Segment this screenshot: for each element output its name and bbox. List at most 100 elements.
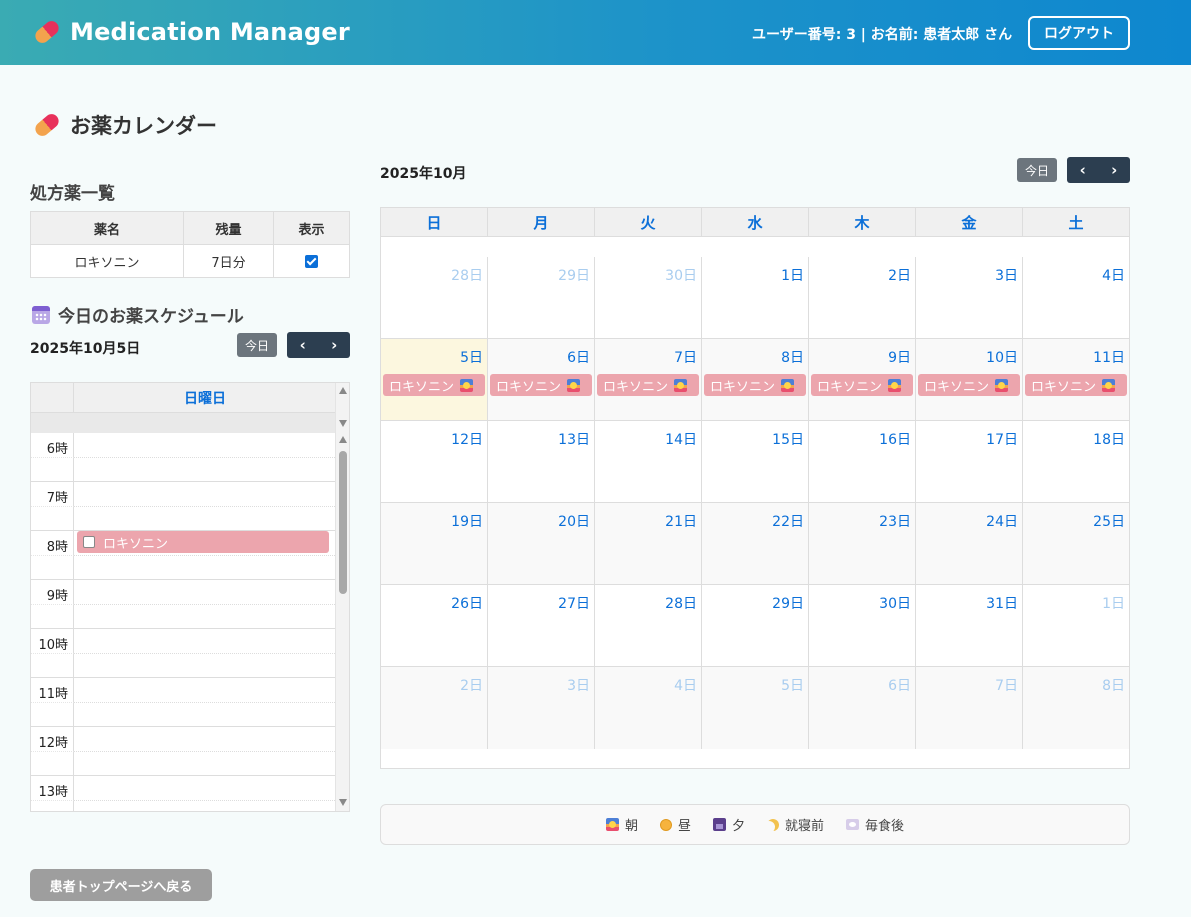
day-number[interactable]: 8日 [1102, 675, 1125, 695]
day-number[interactable]: 12日 [451, 429, 483, 449]
show-checkbox[interactable] [305, 254, 318, 268]
day-cell[interactable]: 1日 [702, 257, 809, 338]
chevron-left-icon[interactable]: ‹ [287, 332, 319, 358]
day-number[interactable]: 27日 [558, 593, 590, 613]
day-cell[interactable]: 9日ロキソニン [809, 339, 916, 420]
day-number[interactable]: 28日 [451, 265, 483, 285]
calendar-event[interactable]: ロキソニン [490, 374, 592, 396]
day-cell[interactable]: 15日 [702, 421, 809, 502]
day-number[interactable]: 20日 [558, 511, 590, 531]
logout-button[interactable]: ログアウト [1028, 16, 1130, 50]
chevron-left-icon[interactable]: ‹ [1067, 157, 1099, 183]
day-cell[interactable]: 25日 [1023, 503, 1129, 584]
calendar-event[interactable]: ロキソニン [811, 374, 913, 396]
day-event-loxonin[interactable]: ロキソニン [77, 531, 329, 553]
day-number[interactable]: 4日 [1102, 265, 1125, 285]
back-to-top-button[interactable]: 患者トップページへ戻る [30, 869, 212, 901]
day-cell[interactable]: 2日 [381, 667, 488, 749]
calendar-event[interactable]: ロキソニン [1025, 374, 1127, 396]
time-slot[interactable]: 6時 [31, 433, 335, 482]
day-number[interactable]: 4日 [674, 675, 697, 695]
day-cell[interactable]: 4日 [595, 667, 702, 749]
time-slot[interactable]: 7時 [31, 482, 335, 531]
day-cell[interactable]: 28日 [595, 585, 702, 666]
scroll-down-icon[interactable] [339, 420, 347, 427]
time-slot[interactable]: 10時 [31, 629, 335, 678]
day-cell[interactable]: 5日ロキソニン [381, 339, 488, 420]
day-cell[interactable]: 26日 [381, 585, 488, 666]
day-cell[interactable]: 24日 [916, 503, 1023, 584]
day-number[interactable]: 29日 [558, 265, 590, 285]
day-number[interactable]: 22日 [772, 511, 804, 531]
day-number[interactable]: 23日 [879, 511, 911, 531]
day-number[interactable]: 31日 [986, 593, 1018, 613]
day-number[interactable]: 2日 [888, 265, 911, 285]
time-slot[interactable]: 9時 [31, 580, 335, 629]
month-today-button[interactable]: 今日 [1017, 158, 1058, 182]
calendar-event[interactable]: ロキソニン [383, 374, 485, 396]
day-cell[interactable]: 10日ロキソニン [916, 339, 1023, 420]
scroll-down-icon[interactable] [339, 799, 347, 806]
day-cell[interactable]: 8日 [1023, 667, 1129, 749]
scroll-thumb[interactable] [339, 451, 347, 594]
day-number[interactable]: 30日 [879, 593, 911, 613]
day-number[interactable]: 9日 [888, 347, 911, 367]
day-number[interactable]: 5日 [460, 347, 483, 367]
day-cell[interactable]: 28日 [381, 257, 488, 338]
day-cell[interactable]: 3日 [488, 667, 595, 749]
calendar-event[interactable]: ロキソニン [597, 374, 699, 396]
day-number[interactable]: 1日 [1102, 593, 1125, 613]
day-today-button[interactable]: 今日 [237, 333, 278, 357]
day-number[interactable]: 30日 [665, 265, 697, 285]
day-number[interactable]: 7日 [995, 675, 1018, 695]
day-number[interactable]: 8日 [781, 347, 804, 367]
day-cell[interactable]: 8日ロキソニン [702, 339, 809, 420]
day-number[interactable]: 10日 [986, 347, 1018, 367]
day-cell[interactable]: 29日 [702, 585, 809, 666]
scroll-up-icon[interactable] [339, 387, 347, 394]
day-number[interactable]: 24日 [986, 511, 1018, 531]
day-cell[interactable]: 11日ロキソニン [1023, 339, 1129, 420]
day-number[interactable]: 1日 [781, 265, 804, 285]
day-number[interactable]: 13日 [558, 429, 590, 449]
day-cell[interactable]: 4日 [1023, 257, 1129, 338]
day-cell[interactable]: 6日 ロキソニン [488, 339, 595, 420]
day-number[interactable]: 11日 [1093, 347, 1125, 367]
time-slot[interactable]: 11時 [31, 678, 335, 727]
day-number[interactable]: 5日 [781, 675, 804, 695]
time-slot[interactable]: 12時 [31, 727, 335, 776]
day-cell[interactable]: 14日 [595, 421, 702, 502]
day-number[interactable]: 7日 [674, 347, 697, 367]
taken-checkbox[interactable] [83, 536, 95, 548]
day-number[interactable]: 3日 [567, 675, 590, 695]
day-cell[interactable]: 22日 [702, 503, 809, 584]
day-cell[interactable]: 5日 [702, 667, 809, 749]
day-cell[interactable]: 16日 [809, 421, 916, 502]
day-cell[interactable]: 21日 [595, 503, 702, 584]
day-number[interactable]: 6日 [888, 675, 911, 695]
day-cell[interactable]: 2日 [809, 257, 916, 338]
day-number[interactable]: 29日 [772, 593, 804, 613]
day-number[interactable]: 25日 [1093, 511, 1125, 531]
day-cell[interactable]: 31日 [916, 585, 1023, 666]
day-number[interactable]: 26日 [451, 593, 483, 613]
brand[interactable]: Medication Manager [32, 18, 350, 46]
day-cell[interactable]: 27日 [488, 585, 595, 666]
day-number[interactable]: 19日 [451, 511, 483, 531]
day-number[interactable]: 18日 [1093, 429, 1125, 449]
scrollbar[interactable] [335, 383, 349, 811]
chevron-right-icon[interactable]: › [1099, 157, 1131, 183]
day-cell[interactable]: 20日 [488, 503, 595, 584]
calendar-event[interactable]: ロキソニン [918, 374, 1020, 396]
day-cell[interactable]: 1日 [1023, 585, 1129, 666]
day-number[interactable]: 16日 [879, 429, 911, 449]
scroll-up-icon[interactable] [339, 436, 347, 443]
day-cell[interactable]: 17日 [916, 421, 1023, 502]
day-number[interactable]: 15日 [772, 429, 804, 449]
day-number[interactable]: 14日 [665, 429, 697, 449]
day-cell[interactable]: 30日 [595, 257, 702, 338]
calendar-event[interactable]: ロキソニン [704, 374, 806, 396]
day-cell[interactable]: 23日 [809, 503, 916, 584]
day-cell[interactable]: 19日 [381, 503, 488, 584]
day-cell[interactable]: 6日 [809, 667, 916, 749]
